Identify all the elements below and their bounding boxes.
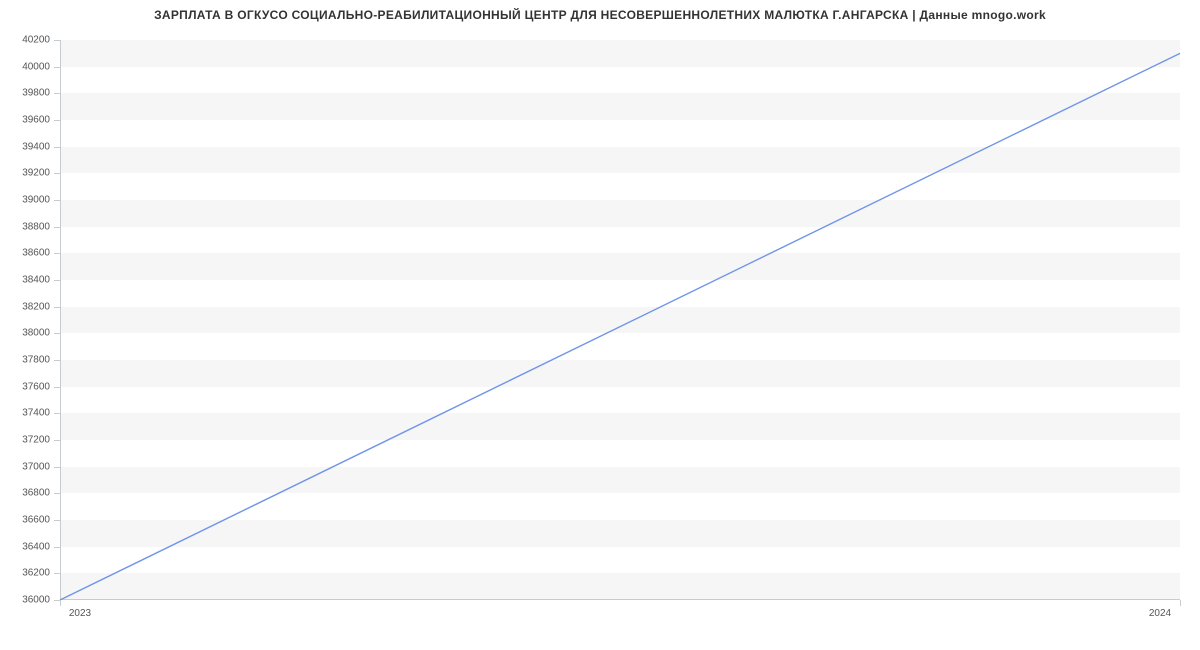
y-tick-label: 37600 <box>22 381 50 392</box>
y-tick-label: 40000 <box>22 61 50 72</box>
y-tick <box>54 253 60 254</box>
y-tick <box>54 360 60 361</box>
y-tick-label: 39600 <box>22 115 50 126</box>
y-tick <box>54 493 60 494</box>
y-tick-label: 36400 <box>22 541 50 552</box>
line-layer <box>60 40 1180 600</box>
x-tick <box>1180 600 1181 606</box>
y-tick <box>54 120 60 121</box>
y-tick <box>54 307 60 308</box>
y-tick-label: 37000 <box>22 461 50 472</box>
y-tick <box>54 200 60 201</box>
x-tick-label: 2023 <box>69 608 91 619</box>
y-tick-label: 36600 <box>22 515 50 526</box>
y-tick-label: 36000 <box>22 595 50 606</box>
y-tick <box>54 573 60 574</box>
y-tick <box>54 227 60 228</box>
chart-title: ЗАРПЛАТА В ОГКУСО СОЦИАЛЬНО-РЕАБИЛИТАЦИО… <box>0 0 1200 22</box>
y-tick <box>54 280 60 281</box>
x-tick-label: 2024 <box>1149 608 1171 619</box>
y-tick <box>54 413 60 414</box>
y-tick <box>54 547 60 548</box>
y-tick <box>54 40 60 41</box>
y-tick <box>54 67 60 68</box>
y-tick <box>54 147 60 148</box>
y-tick-label: 37400 <box>22 408 50 419</box>
y-tick <box>54 520 60 521</box>
y-tick-label: 39000 <box>22 195 50 206</box>
y-tick-label: 40200 <box>22 35 50 46</box>
y-tick-label: 38400 <box>22 275 50 286</box>
x-tick <box>60 600 61 606</box>
y-tick-label: 39400 <box>22 141 50 152</box>
y-tick <box>54 173 60 174</box>
y-tick <box>54 93 60 94</box>
y-tick-label: 37800 <box>22 355 50 366</box>
y-tick-label: 38800 <box>22 221 50 232</box>
y-tick <box>54 467 60 468</box>
y-tick-label: 39200 <box>22 168 50 179</box>
y-tick-label: 38000 <box>22 328 50 339</box>
y-tick-label: 39800 <box>22 88 50 99</box>
chart-plot-area: 3600036200364003660036800370003720037400… <box>60 40 1180 600</box>
y-tick-label: 38200 <box>22 301 50 312</box>
y-tick-label: 38600 <box>22 248 50 259</box>
y-tick-label: 37200 <box>22 435 50 446</box>
y-tick <box>54 333 60 334</box>
y-tick-label: 36800 <box>22 488 50 499</box>
y-tick <box>54 440 60 441</box>
y-tick <box>54 387 60 388</box>
series-line <box>60 53 1180 600</box>
y-tick-label: 36200 <box>22 568 50 579</box>
